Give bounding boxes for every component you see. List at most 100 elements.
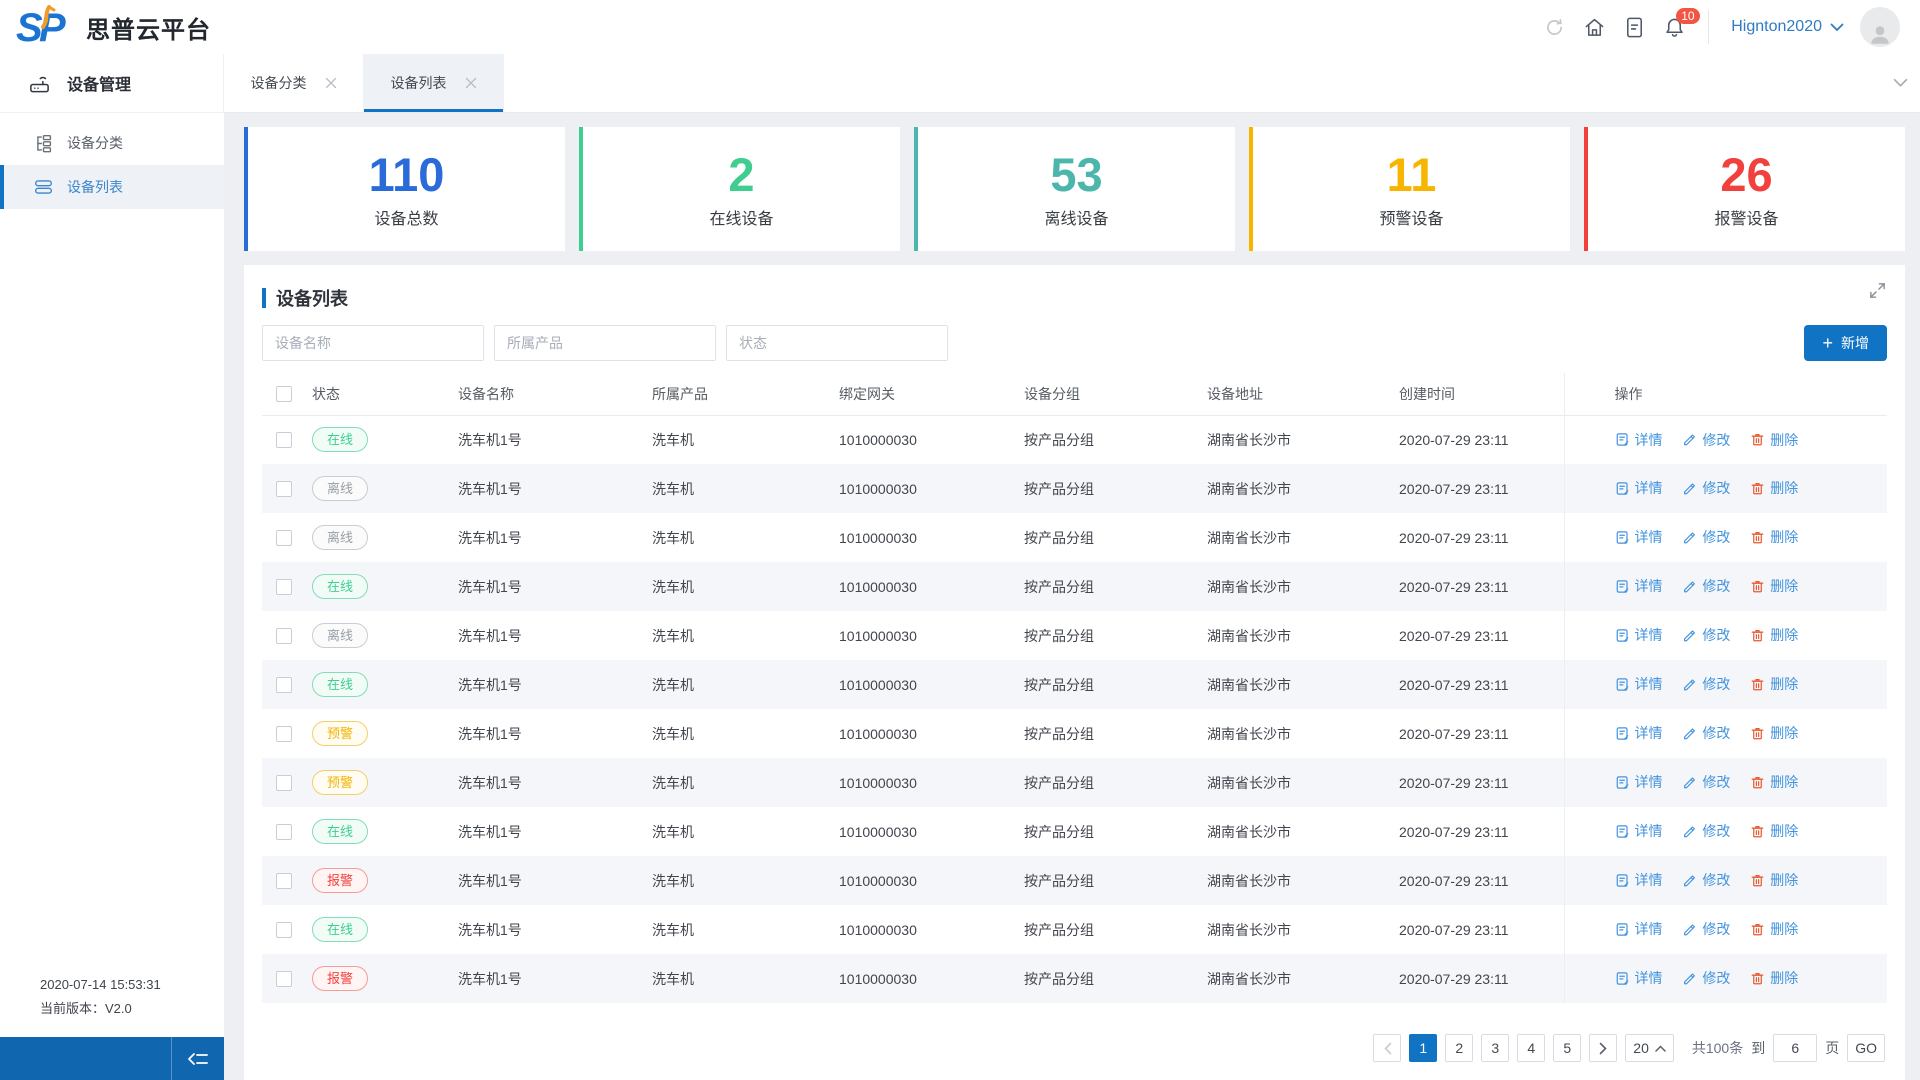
row-checkbox[interactable] [276,628,292,645]
detail-icon [1616,923,1628,936]
edit-link[interactable]: 修改 [1682,527,1730,547]
collapse-sidebar-button[interactable] [172,1037,224,1080]
edit-link[interactable]: 修改 [1682,478,1730,498]
row-checkbox[interactable] [276,481,292,498]
delete-link[interactable]: 删除 [1750,723,1798,743]
page-button[interactable]: 2 [1445,1034,1474,1062]
add-device-button[interactable]: + 新增 [1804,325,1887,361]
created-cell: 2020-07-29 23:11 [1399,921,1509,938]
home-icon[interactable] [1574,16,1614,39]
goto-page-input[interactable] [1773,1034,1818,1062]
created-cell: 2020-07-29 23:11 [1399,480,1509,497]
column-header-actions: 操作 [1563,373,1887,416]
delete-link[interactable]: 删除 [1750,625,1798,645]
row-checkbox[interactable] [276,873,292,890]
created-cell: 2020-07-29 23:11 [1399,823,1509,840]
page-button[interactable]: 1 [1409,1034,1438,1062]
page-size-select[interactable]: 20 [1625,1034,1674,1062]
edit-link[interactable]: 修改 [1682,870,1730,890]
product-cell: 洗车机 [652,823,694,840]
column-header-group: 设备分组 [1024,373,1207,416]
user-menu[interactable]: Hignton2020 [1731,18,1844,36]
detail-link[interactable]: 详情 [1615,527,1663,547]
avatar[interactable] [1860,7,1900,47]
detail-link[interactable]: 详情 [1615,821,1663,841]
detail-link[interactable]: 详情 [1615,674,1663,694]
device-name-cell: 洗车机1号 [458,725,522,742]
edit-pencil-icon [1684,924,1696,936]
status-badge: 在线 [312,819,368,844]
document-icon[interactable] [1614,16,1654,39]
row-checkbox[interactable] [276,824,292,841]
row-checkbox[interactable] [276,432,292,449]
expand-icon[interactable] [1868,281,1887,305]
refresh-icon[interactable] [1534,17,1574,38]
sidebar-item-device-list[interactable]: 设备列表 [0,165,224,209]
prev-page-button[interactable] [1373,1034,1402,1062]
go-button[interactable]: GO [1847,1034,1885,1062]
edit-link[interactable]: 修改 [1682,430,1730,450]
select-all-checkbox[interactable] [276,386,292,403]
edit-pencil-icon [1684,581,1696,593]
row-checkbox[interactable] [276,579,292,596]
row-checkbox[interactable] [276,971,292,988]
row-checkbox[interactable] [276,726,292,743]
delete-link[interactable]: 删除 [1750,870,1798,890]
detail-link[interactable]: 详情 [1615,870,1663,890]
sidebar-item-device-category[interactable]: 设备分类 [0,121,224,165]
delete-link[interactable]: 删除 [1750,430,1798,450]
address-cell: 湖南省长沙市 [1207,676,1291,693]
row-checkbox[interactable] [276,775,292,792]
product-filter-input[interactable] [494,325,716,361]
edit-link[interactable]: 修改 [1682,821,1730,841]
status-badge: 离线 [312,525,368,550]
tab-device-category[interactable]: 设备分类 [224,54,364,112]
row-checkbox[interactable] [276,922,292,939]
detail-link[interactable]: 详情 [1615,576,1663,596]
next-page-button[interactable] [1589,1034,1618,1062]
row-checkbox[interactable] [276,677,292,694]
edit-pencil-icon [1684,434,1696,446]
row-checkbox[interactable] [276,530,292,547]
gateway-cell: 1010000030 [839,725,917,742]
plus-icon: + [1822,333,1833,353]
delete-link[interactable]: 删除 [1750,968,1798,988]
edit-link[interactable]: 修改 [1682,968,1730,988]
detail-link[interactable]: 详情 [1615,478,1663,498]
delete-link[interactable]: 删除 [1750,772,1798,792]
detail-link[interactable]: 详情 [1615,919,1663,939]
notification-bell-icon[interactable]: 10 [1654,7,1700,39]
edit-link[interactable]: 修改 [1682,674,1730,694]
tabbar-chevron-down-icon[interactable] [1893,54,1908,112]
column-header-created: 创建时间 [1399,373,1564,416]
delete-link[interactable]: 删除 [1750,919,1798,939]
device-name-filter-input[interactable] [262,325,484,361]
detail-link[interactable]: 详情 [1615,430,1663,450]
status-filter-input[interactable] [726,325,948,361]
edit-link[interactable]: 修改 [1682,919,1730,939]
delete-link[interactable]: 删除 [1750,576,1798,596]
delete-link[interactable]: 删除 [1750,478,1798,498]
delete-link[interactable]: 删除 [1750,821,1798,841]
detail-link[interactable]: 详情 [1615,625,1663,645]
edit-link[interactable]: 修改 [1682,625,1730,645]
close-icon[interactable] [465,77,477,89]
delete-link[interactable]: 删除 [1750,527,1798,547]
close-icon[interactable] [325,77,337,89]
page-button[interactable]: 3 [1481,1034,1510,1062]
edit-link[interactable]: 修改 [1682,772,1730,792]
collapse-icon [188,1052,208,1065]
group-cell: 按产品分组 [1024,970,1094,987]
page-button[interactable]: 4 [1517,1034,1546,1062]
delete-link[interactable]: 删除 [1750,674,1798,694]
sidebar-footer: 2020-07-14 15:53:31 当前版本：V2.0 [0,973,224,1037]
detail-link[interactable]: 详情 [1615,772,1663,792]
tab-device-list[interactable]: 设备列表 [364,54,504,112]
detail-link[interactable]: 详情 [1615,723,1663,743]
person-icon [1871,26,1889,44]
edit-link[interactable]: 修改 [1682,576,1730,596]
edit-link[interactable]: 修改 [1682,723,1730,743]
page-button[interactable]: 5 [1553,1034,1582,1062]
sidebar: 设备管理 设备分类 设备列表 2020-07-14 15:53:31 当前版本：… [0,54,224,1080]
detail-link[interactable]: 详情 [1615,968,1663,988]
